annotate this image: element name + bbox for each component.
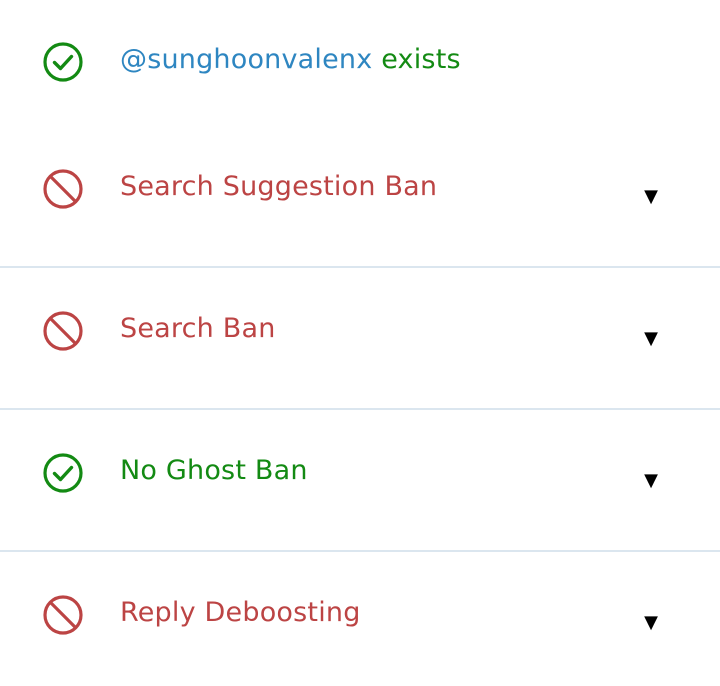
check-label: No Ghost Ban <box>120 455 308 486</box>
ban-icon <box>42 310 84 352</box>
check-row-search-ban[interactable]: Search Ban ▼ <box>0 268 720 408</box>
ban-icon <box>42 594 84 636</box>
check-row-ghost-ban[interactable]: No Ghost Ban ▼ <box>0 410 720 550</box>
check-circle-icon <box>42 452 84 494</box>
ban-icon <box>42 168 84 210</box>
check-circle-icon <box>42 41 84 83</box>
account-status-row: @sunghoonvalenx exists <box>0 0 720 120</box>
check-label: Reply Deboosting <box>120 597 361 628</box>
check-row-search-suggestion-ban[interactable]: Search Suggestion Ban ▼ <box>0 120 720 266</box>
expand-caret-icon[interactable]: ▼ <box>641 187 661 207</box>
account-handle: @sunghoonvalenx <box>120 44 373 75</box>
expand-caret-icon[interactable]: ▼ <box>641 329 661 349</box>
check-label: Search Ban <box>120 313 276 344</box>
check-label: Search Suggestion Ban <box>120 171 438 202</box>
account-status-text: @sunghoonvalenx exists <box>120 43 461 77</box>
account-exists-text: exists <box>372 44 461 75</box>
check-row-reply-deboosting[interactable]: Reply Deboosting ▼ <box>0 552 720 686</box>
expand-caret-icon[interactable]: ▼ <box>641 613 661 633</box>
expand-caret-icon[interactable]: ▼ <box>641 471 661 491</box>
